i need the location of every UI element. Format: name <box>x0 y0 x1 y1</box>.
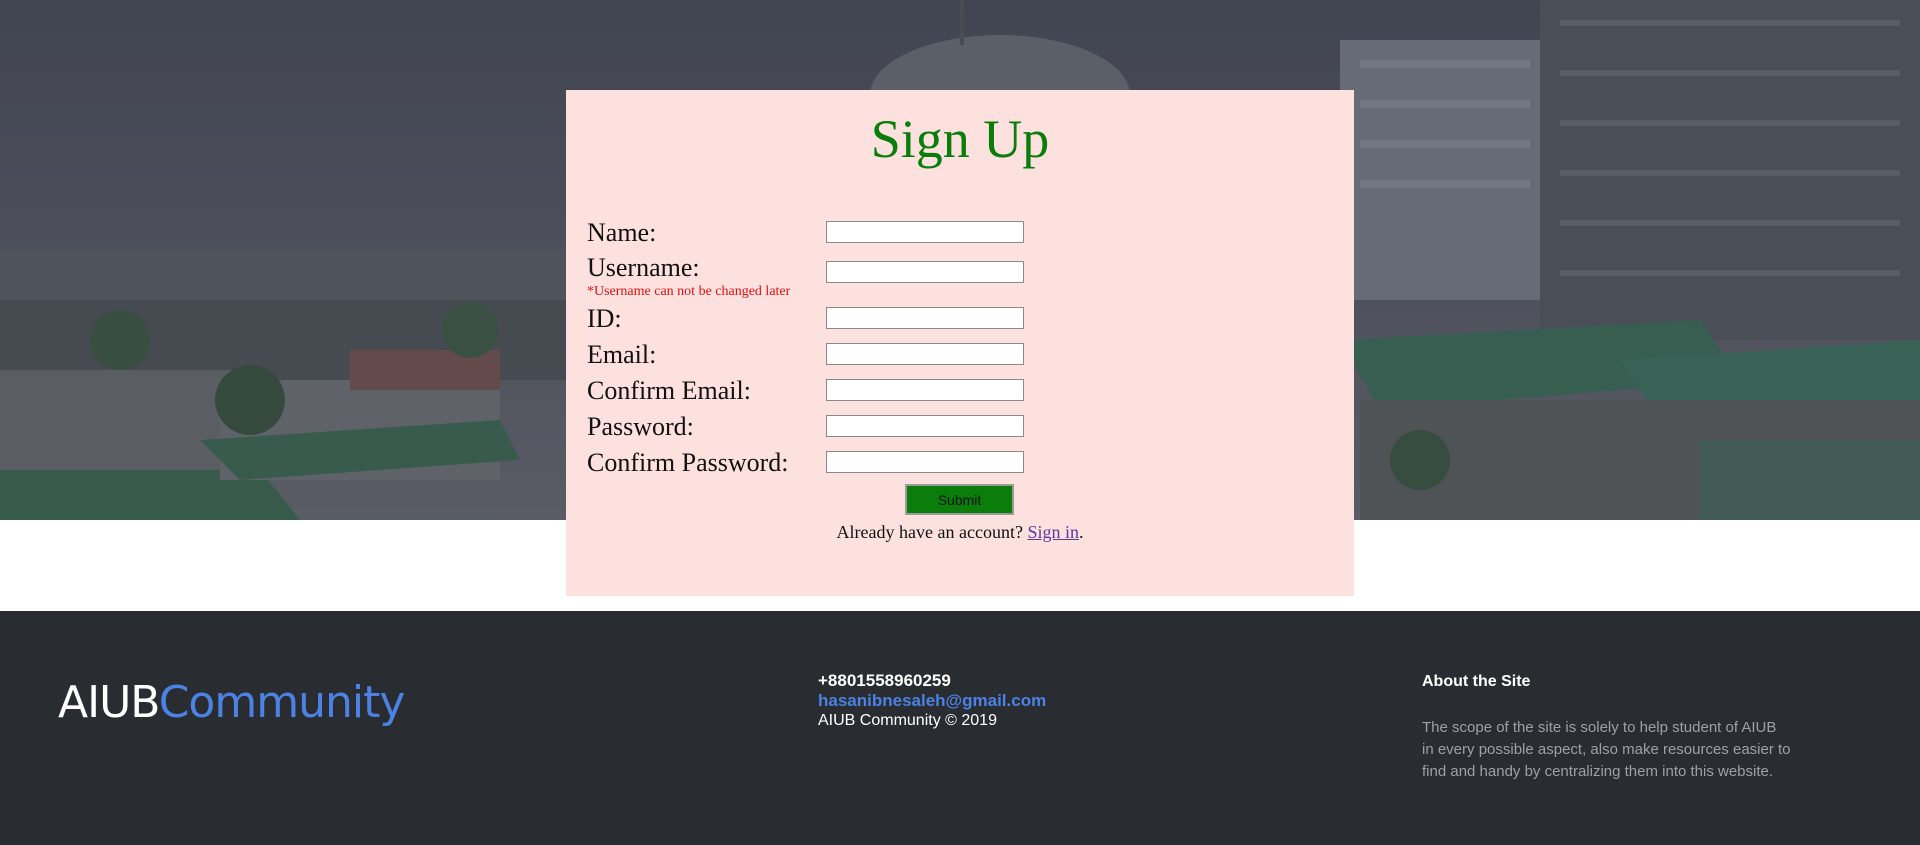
confirm-email-label: Confirm Email: <box>587 376 751 405</box>
footer-logo[interactable]: AIUBCommunity <box>58 677 406 728</box>
email-row: Email: <box>587 340 1347 372</box>
copyright-text: AIUB Community © 2019 <box>818 712 997 729</box>
username-hint: *Username can not be changed later <box>587 284 791 299</box>
username-label: Username: <box>587 253 700 282</box>
password-label: Password: <box>587 412 694 441</box>
email-label: Email: <box>587 340 657 369</box>
password-input[interactable] <box>826 415 1024 437</box>
username-row: Username: <box>587 253 1347 285</box>
page-title: Sign Up <box>870 109 1050 169</box>
username-input[interactable] <box>826 261 1024 283</box>
footer: AIUBCommunity +8801558960259 hasanibnesa… <box>0 611 1920 845</box>
id-input[interactable] <box>826 307 1024 329</box>
email-input[interactable] <box>826 343 1024 365</box>
about-text: The scope of the site is solely to help … <box>1422 719 1791 780</box>
name-row: Name: <box>587 218 1347 250</box>
confirm-password-row: Confirm Password: <box>587 448 1347 480</box>
signin-link[interactable]: Sign in <box>1027 522 1079 542</box>
about-title: About the Site <box>1422 673 1531 690</box>
confirm-password-input[interactable] <box>826 451 1024 473</box>
footer-contact: +8801558960259 hasanibnesaleh@gmail.com … <box>818 671 1046 731</box>
name-input[interactable] <box>826 221 1024 243</box>
signin-suffix: . <box>1078 522 1084 542</box>
signin-prompt: Already have an account? Sign in. <box>566 522 1354 543</box>
signup-card: Sign Up Name: Username: *Username can no… <box>566 90 1354 596</box>
submit-button[interactable]: Submit <box>905 484 1014 515</box>
name-label: Name: <box>587 218 657 247</box>
confirm-password-label: Confirm Password: <box>587 448 789 477</box>
contact-email[interactable]: hasanibnesaleh@gmail.com <box>818 691 1046 711</box>
logo-part-aiub: AIUB <box>58 677 160 728</box>
password-row: Password: <box>587 412 1347 444</box>
confirm-email-input[interactable] <box>826 379 1024 401</box>
footer-about: About the Site The scope of the site is … <box>1422 673 1792 783</box>
id-row: ID: <box>587 304 1347 336</box>
logo-part-community: Community <box>158 677 406 728</box>
id-label: ID: <box>587 304 622 333</box>
signin-prefix: Already have an account? <box>836 522 1028 542</box>
confirm-email-row: Confirm Email: <box>587 376 1347 408</box>
contact-phone: +8801558960259 <box>818 671 951 690</box>
